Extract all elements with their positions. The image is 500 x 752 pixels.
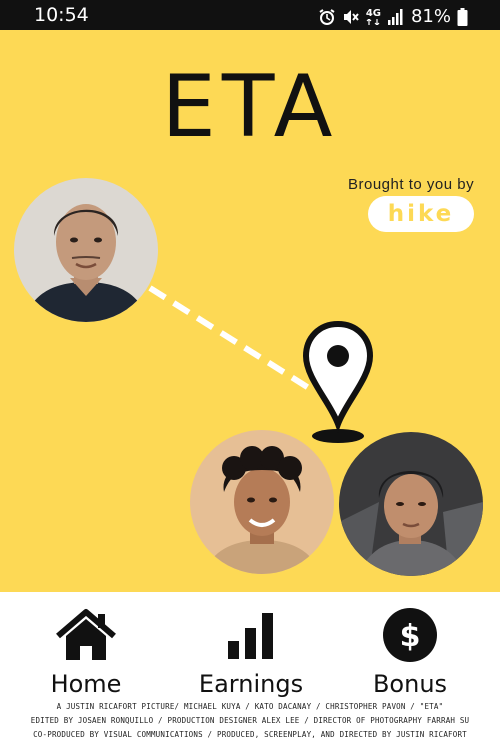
location-pin-icon bbox=[302, 320, 374, 443]
status-bar: 10:54 4G 81% bbox=[0, 0, 500, 30]
mute-icon bbox=[342, 8, 360, 26]
sponsor-text: Brought to you by bbox=[348, 176, 475, 193]
signal-icon bbox=[387, 8, 403, 25]
credit-line: A Justin Ricafort Picture/ Michael Kuya … bbox=[56, 702, 444, 711]
svg-text:$: $ bbox=[400, 619, 421, 654]
bar-chart-icon bbox=[221, 608, 281, 662]
avatar-man-3 bbox=[339, 432, 483, 576]
alarm-icon bbox=[318, 8, 336, 26]
credit-line: Co-produced by Visual Communications / P… bbox=[33, 730, 467, 739]
nav-bonus[interactable]: $ Bonus bbox=[335, 608, 485, 698]
network-4g-icon: 4G bbox=[366, 8, 381, 25]
nav-home-label: Home bbox=[50, 670, 122, 698]
status-icons: 4G 81% bbox=[318, 6, 468, 27]
battery-level: 81% bbox=[410, 6, 451, 27]
bottom-nav: Home Earnings $ Bonus bbox=[0, 592, 500, 700]
nav-earnings[interactable]: Earnings bbox=[176, 608, 326, 698]
status-time: 10:54 bbox=[34, 4, 89, 26]
poster-title: ETA bbox=[161, 57, 339, 157]
home-icon bbox=[56, 608, 116, 662]
avatar-man-2 bbox=[190, 430, 334, 574]
nav-home[interactable]: Home bbox=[11, 608, 161, 698]
credit-line: Edited by Josaen Ronquillo / Production … bbox=[30, 716, 470, 725]
movie-poster: ETA Brought to you by hike bbox=[0, 30, 500, 592]
nav-earnings-label: Earnings bbox=[198, 670, 304, 698]
battery-icon bbox=[457, 7, 468, 26]
nav-bonus-label: Bonus bbox=[372, 670, 448, 698]
hike-logo: hike bbox=[368, 196, 474, 232]
dollar-icon: $ bbox=[380, 608, 440, 662]
avatar-man-1 bbox=[14, 178, 158, 322]
credits-block: A Justin Ricafort Picture/ Michael Kuya … bbox=[0, 700, 500, 752]
